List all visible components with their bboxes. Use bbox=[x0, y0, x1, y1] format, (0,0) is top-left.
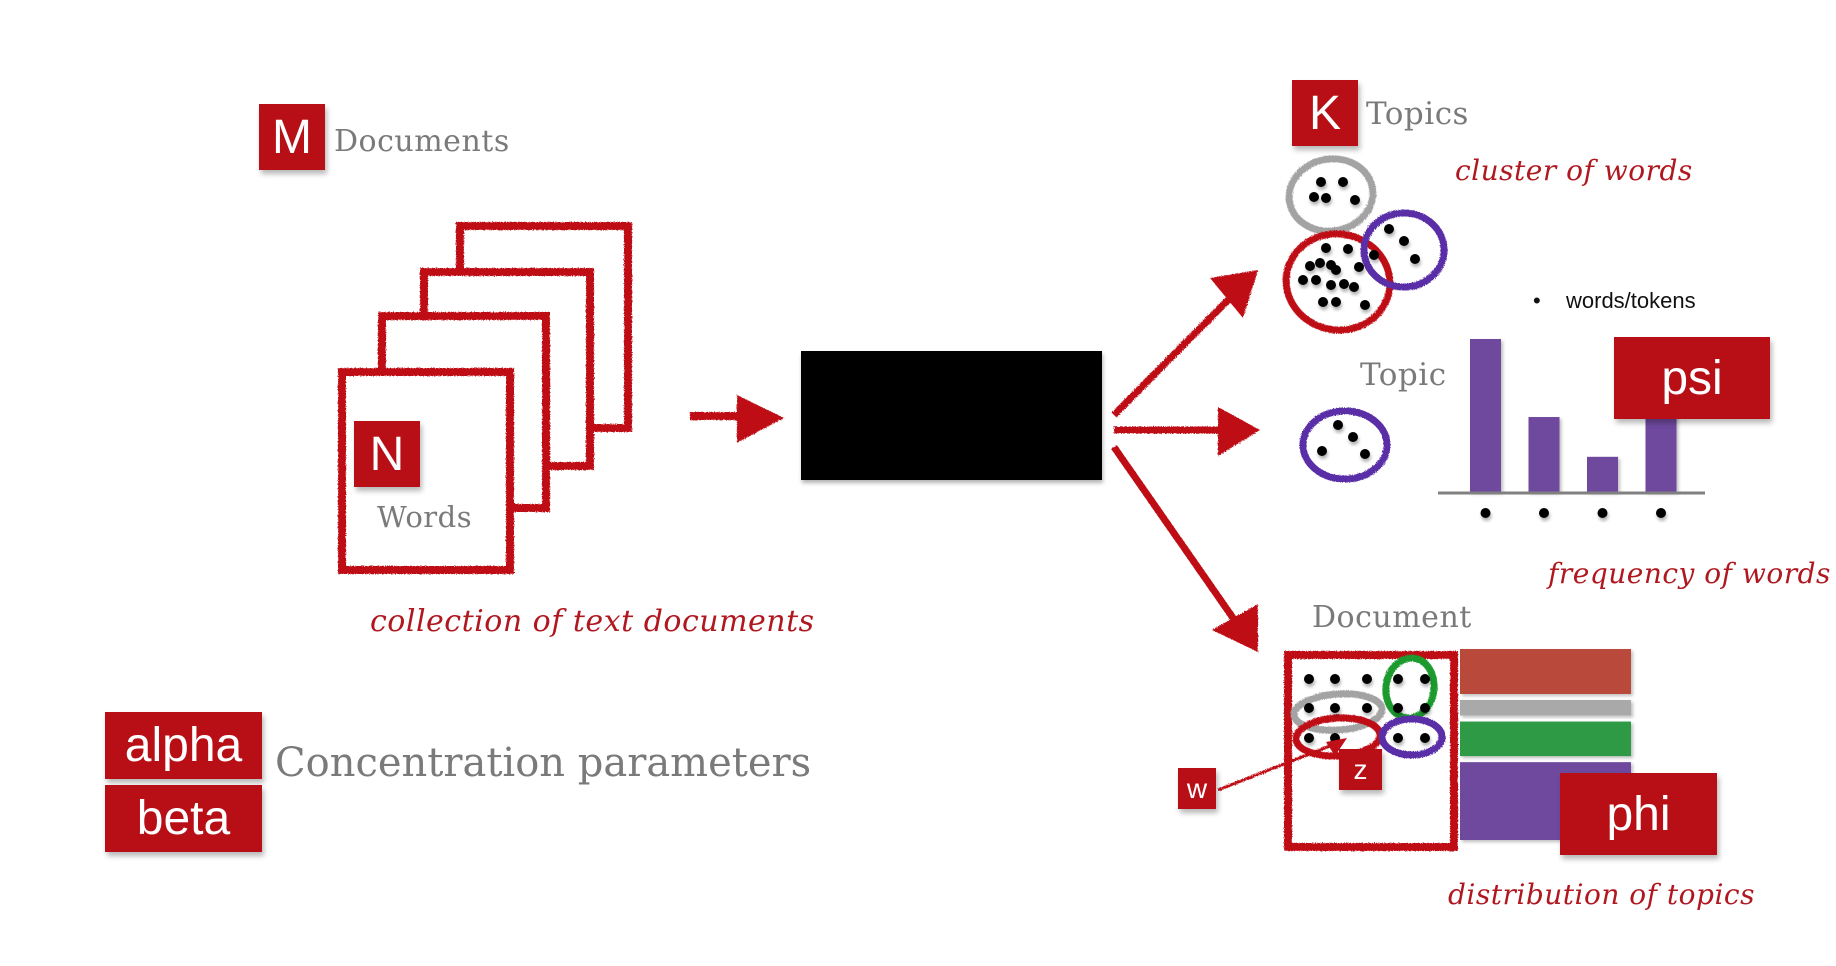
word-dot bbox=[1399, 236, 1409, 246]
word-dot bbox=[1318, 297, 1328, 307]
topic-label: Topic bbox=[1360, 357, 1447, 393]
topic-cluster-outline bbox=[1299, 407, 1391, 483]
k-symbol-box: K bbox=[1292, 80, 1358, 146]
bar-2 bbox=[1528, 417, 1560, 492]
word-dot bbox=[1350, 195, 1360, 205]
word-dot bbox=[1331, 297, 1341, 307]
word-dot bbox=[1420, 703, 1430, 713]
word-dot bbox=[1304, 674, 1314, 684]
words-tokens-bullet: • bbox=[1533, 288, 1541, 313]
word-dot bbox=[1410, 254, 1420, 264]
document-box bbox=[1217, 651, 1458, 851]
arrow-to-model bbox=[690, 395, 784, 443]
psi-box: psi bbox=[1614, 337, 1770, 419]
topic-share-green bbox=[1460, 721, 1631, 757]
word-dot bbox=[1656, 508, 1666, 518]
word-dot bbox=[1304, 733, 1314, 743]
word-dot bbox=[1362, 703, 1372, 713]
word-dot bbox=[1339, 279, 1349, 289]
word-dot bbox=[1349, 282, 1359, 292]
word-dot bbox=[1321, 193, 1331, 203]
topic-share-red bbox=[1460, 649, 1631, 694]
word-dot bbox=[1338, 177, 1348, 187]
alpha-label: alpha bbox=[124, 719, 243, 772]
m-symbol-box: M bbox=[259, 104, 325, 170]
word-dot bbox=[1348, 432, 1358, 442]
word-dot bbox=[1480, 508, 1491, 518]
word-dot bbox=[1309, 192, 1319, 202]
word-dot bbox=[1333, 420, 1343, 430]
collection-caption: collection of text documents bbox=[370, 604, 815, 639]
word-dot bbox=[1393, 674, 1403, 684]
word-dot bbox=[1420, 733, 1430, 743]
word-dot bbox=[1315, 258, 1325, 268]
word-dot bbox=[1369, 250, 1379, 260]
bar-1 bbox=[1470, 339, 1501, 492]
lda-diagram: M Documents N Words collection of text d… bbox=[0, 0, 1836, 966]
words-tokens-label: words/tokens bbox=[1566, 288, 1696, 313]
word-dot bbox=[1298, 275, 1308, 285]
distribution-of-topics-caption: distribution of topics bbox=[1448, 878, 1755, 911]
bar-3 bbox=[1587, 456, 1618, 492]
phi-symbol: phi bbox=[1606, 787, 1671, 841]
word-dot bbox=[1317, 446, 1327, 456]
word-dot bbox=[1316, 177, 1326, 187]
word-dot bbox=[1360, 300, 1370, 310]
beta-label: beta bbox=[136, 792, 231, 845]
z-symbol: z bbox=[1353, 753, 1368, 785]
phi-box: phi bbox=[1560, 773, 1717, 855]
word-dot bbox=[1597, 508, 1608, 518]
word-dot bbox=[1330, 703, 1340, 713]
n-symbol-box: N bbox=[354, 421, 420, 487]
w-symbol: w bbox=[1186, 772, 1208, 804]
k-symbol: K bbox=[1308, 86, 1341, 140]
word-dot bbox=[1362, 674, 1372, 684]
word-dot bbox=[1321, 243, 1331, 253]
word-dot bbox=[1384, 224, 1394, 234]
topics-label: Topics bbox=[1366, 96, 1469, 132]
word-dot bbox=[1354, 262, 1364, 272]
frequency-of-words-caption: frequency of words bbox=[1548, 557, 1831, 590]
arrow-to-topics bbox=[1111, 270, 1258, 418]
document-label: Document bbox=[1312, 600, 1472, 635]
word-dot bbox=[1393, 733, 1403, 743]
word-dot bbox=[1331, 265, 1341, 275]
arrow-to-document bbox=[1111, 445, 1258, 652]
word-dot bbox=[1311, 275, 1321, 285]
n-symbol: N bbox=[369, 427, 405, 481]
word-dot bbox=[1304, 703, 1314, 713]
topic-cluster bbox=[1299, 407, 1391, 483]
z-symbol-box: z bbox=[1339, 749, 1382, 790]
topic-share-gray bbox=[1460, 699, 1631, 716]
beta-box: beta bbox=[105, 785, 262, 852]
model-box bbox=[801, 351, 1102, 480]
cluster-of-words-caption: cluster of words bbox=[1455, 154, 1693, 187]
psi-symbol: psi bbox=[1661, 351, 1723, 405]
word-dot bbox=[1330, 674, 1340, 684]
cluster-outline-gray bbox=[1285, 155, 1377, 235]
word-dot bbox=[1305, 261, 1315, 271]
word-dot bbox=[1420, 674, 1430, 684]
w-symbol-box: w bbox=[1178, 768, 1216, 809]
m-symbol: M bbox=[272, 110, 312, 164]
words-label: Words bbox=[377, 500, 473, 534]
alpha-box: alpha bbox=[105, 712, 262, 779]
concentration-parameters-label: Concentration parameters bbox=[275, 740, 812, 786]
word-dot bbox=[1343, 244, 1353, 254]
arrow-to-topic bbox=[1114, 407, 1260, 456]
word-dot bbox=[1539, 508, 1549, 518]
topics-clusters bbox=[1282, 155, 1448, 334]
documents-label: Documents bbox=[334, 124, 510, 159]
word-dot bbox=[1326, 280, 1336, 290]
word-dot bbox=[1393, 703, 1403, 713]
word-dot bbox=[1360, 449, 1370, 459]
